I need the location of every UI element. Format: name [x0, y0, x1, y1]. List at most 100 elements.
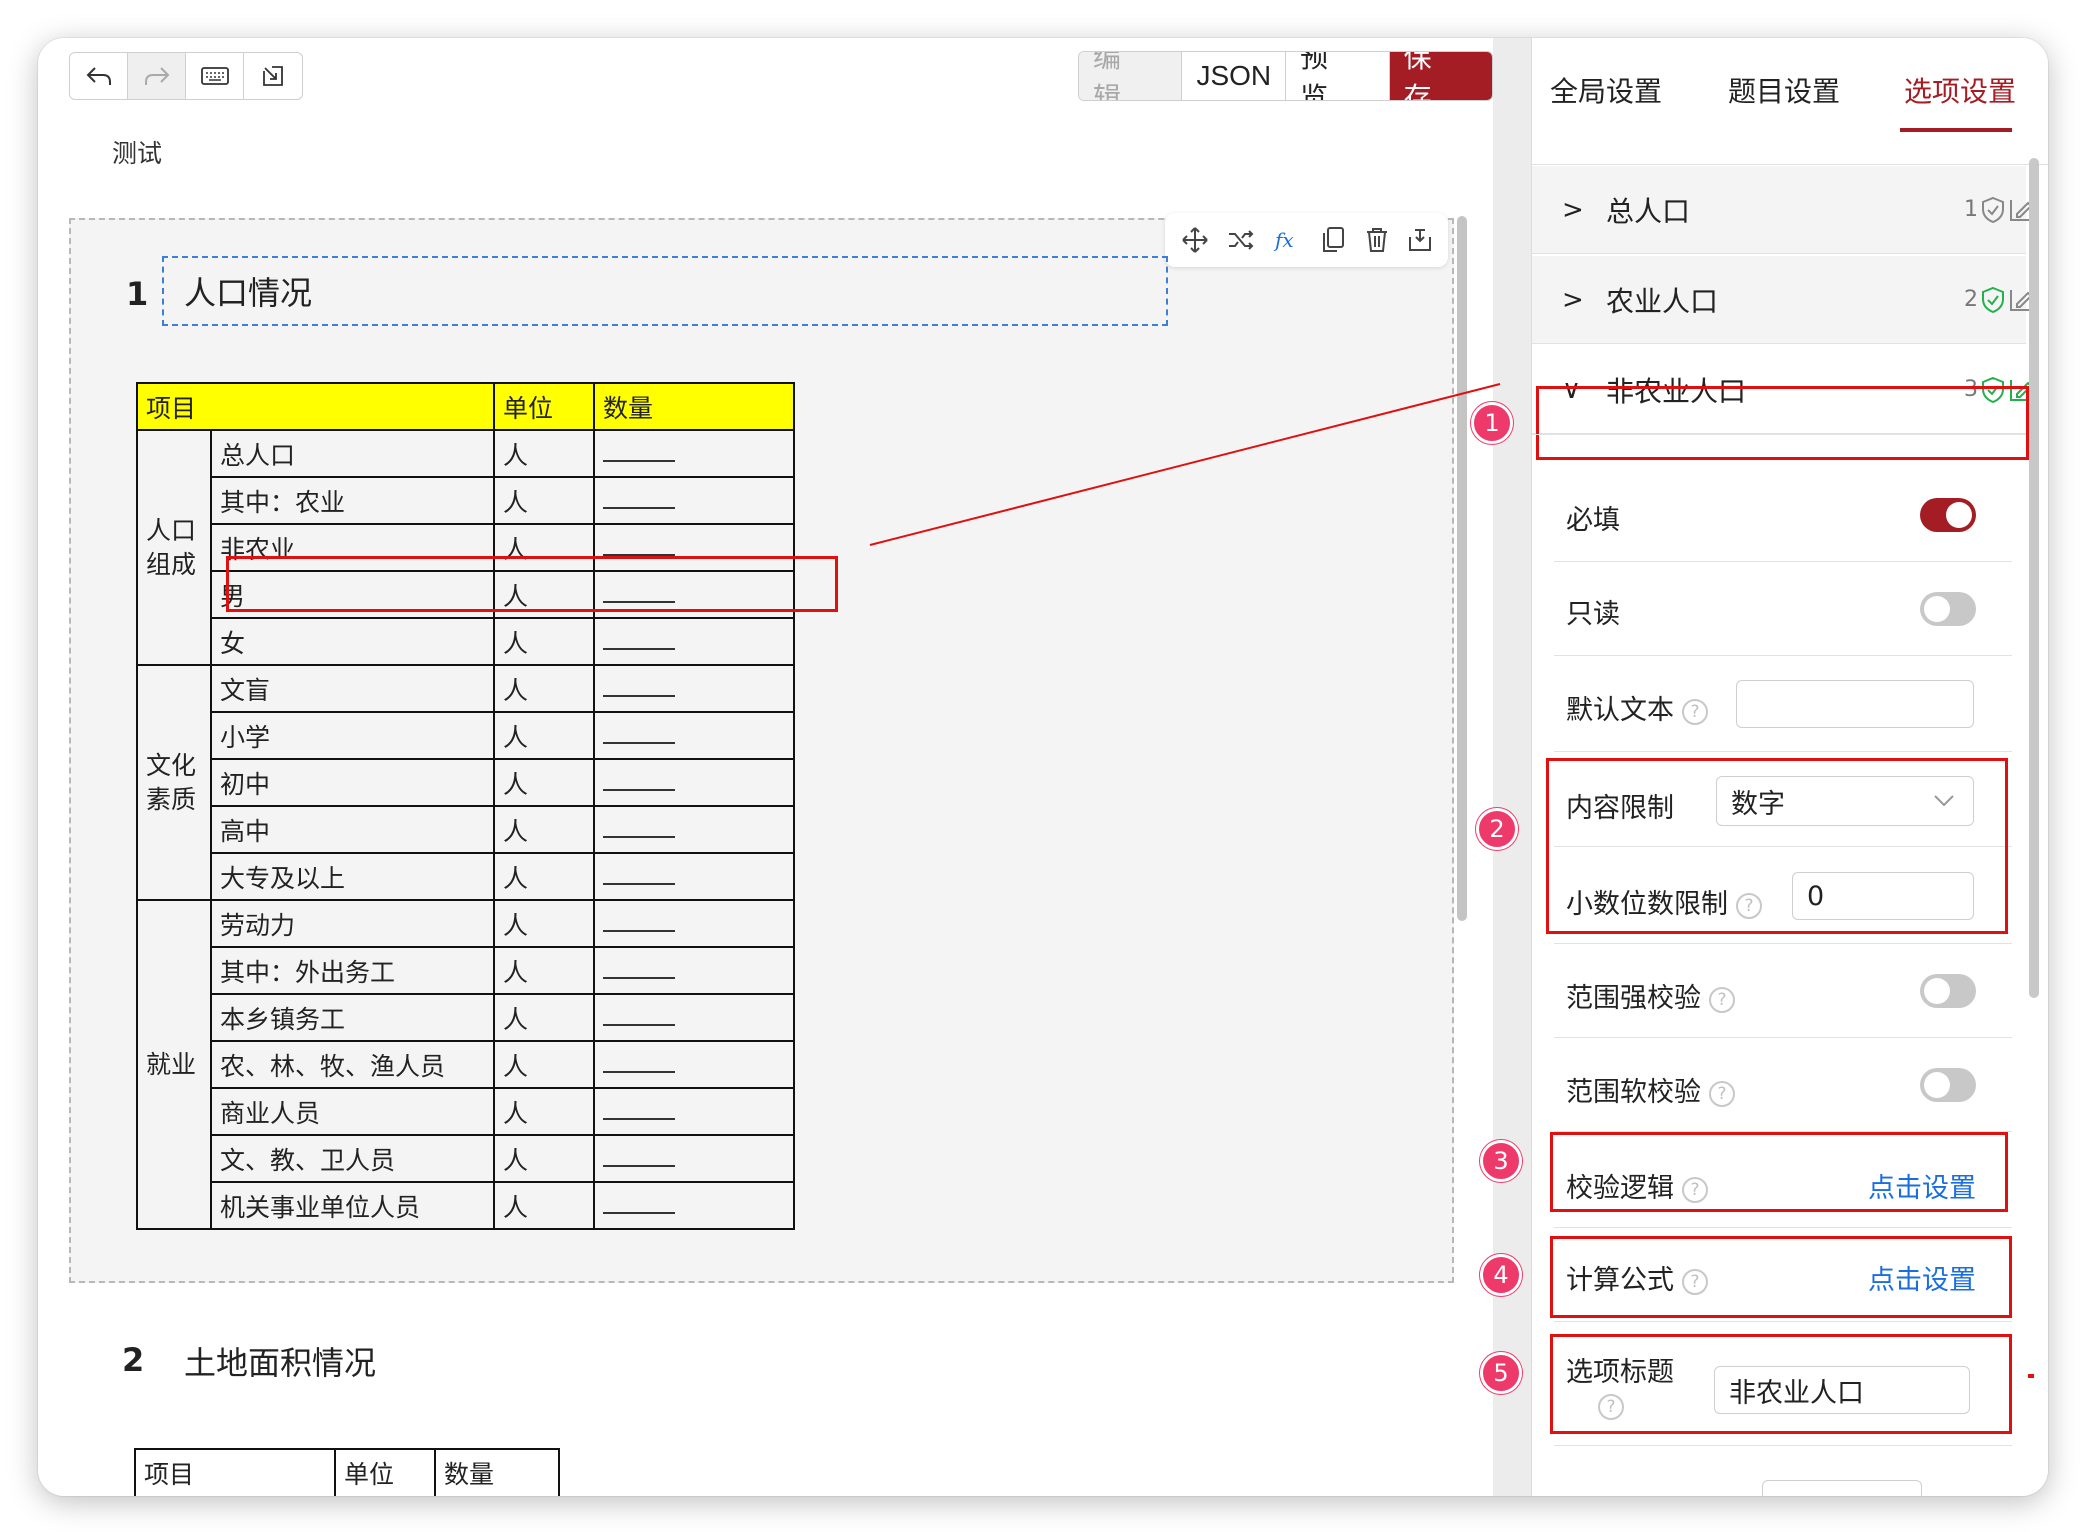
highlight-option-title [1550, 1334, 2012, 1434]
header-quantity: 数量 [593, 382, 795, 431]
marker-dot [2028, 1374, 2034, 1378]
help-icon[interactable]: ? [1709, 986, 1735, 1013]
delete-icon[interactable] [1364, 226, 1390, 254]
default-text-label: 默认文本? [1566, 688, 1708, 727]
tab-global-settings[interactable]: 全局设置 [1550, 70, 1662, 110]
quantity-blank[interactable] [603, 775, 675, 791]
undo-icon [86, 67, 111, 85]
setting-range-soft: 范围软校验? [1554, 1038, 2012, 1132]
shield-check-icon[interactable] [1980, 286, 2006, 314]
shield-icon[interactable] [1980, 196, 2006, 224]
table-row: 初中人 [137, 758, 795, 807]
tab-question-settings[interactable]: 题目设置 [1728, 70, 1840, 110]
unit-cell: 人 [493, 664, 595, 713]
header-item: 项目 [134, 1448, 336, 1496]
help-icon[interactable]: ? [1709, 1080, 1735, 1107]
unit-cell: 人 [493, 993, 595, 1042]
quantity-blank[interactable] [603, 728, 675, 744]
chevron-right-icon: > [1562, 284, 1584, 315]
quantity-cell[interactable] [593, 711, 795, 760]
tab-option-settings[interactable]: 选项设置 [1904, 70, 2016, 110]
quantity-cell[interactable] [593, 664, 795, 713]
quantity-cell[interactable] [593, 1087, 795, 1136]
quantity-cell[interactable] [593, 1134, 795, 1183]
quantity-blank[interactable] [603, 1057, 675, 1073]
unit-cell: 人 [493, 1087, 595, 1136]
callout-badge-1: 1 [1471, 402, 1513, 444]
json-mode-button[interactable]: JSON [1182, 52, 1287, 100]
quantity-cell[interactable] [593, 617, 795, 666]
callout-badge-5: 5 [1480, 1352, 1522, 1394]
unit-cell: 人 [493, 758, 595, 807]
quantity-cell[interactable] [593, 946, 795, 995]
question-title-input[interactable]: 人口情况 [162, 256, 1168, 326]
quantity-blank[interactable] [603, 916, 675, 932]
quantity-blank[interactable] [603, 634, 675, 650]
next-field-input[interactable] [1762, 1480, 1922, 1496]
quantity-blank[interactable] [603, 1151, 675, 1167]
quantity-cell[interactable] [593, 476, 795, 525]
range-strong-toggle[interactable] [1920, 974, 1976, 1008]
keyboard-button[interactable] [186, 53, 244, 99]
quantity-blank[interactable] [603, 1104, 675, 1120]
help-icon[interactable]: ? [1682, 698, 1708, 725]
table-row: 本乡镇务工人 [137, 993, 795, 1042]
quantity-blank[interactable] [603, 869, 675, 885]
quantity-blank[interactable] [603, 540, 675, 556]
quantity-blank[interactable] [603, 963, 675, 979]
quantity-blank[interactable] [603, 1010, 675, 1026]
item-name-cell: 其中：外出务工 [210, 946, 495, 995]
export-button[interactable] [244, 53, 302, 99]
formula-icon[interactable]: fx [1273, 227, 1303, 253]
default-text-input[interactable] [1736, 680, 1974, 728]
redo-button[interactable] [128, 53, 186, 99]
canvas-scrollbar[interactable] [1457, 216, 1467, 921]
question-toolbar: fx [1165, 213, 1448, 267]
edit-mode-button[interactable]: 编 辑 [1079, 52, 1183, 100]
quantity-blank[interactable] [603, 822, 675, 838]
table-row: 就业 劳动力人 [136, 899, 795, 1230]
unit-cell: 人 [493, 1134, 595, 1183]
quantity-cell[interactable] [593, 993, 795, 1042]
quantity-cell[interactable] [593, 1181, 795, 1230]
table-row: 其中：农业人 [137, 476, 795, 525]
quantity-cell[interactable] [593, 852, 795, 901]
option-label: 农业人口 [1606, 284, 1719, 318]
required-toggle[interactable] [1920, 498, 1976, 532]
save-to-library-icon[interactable] [1407, 227, 1433, 253]
question-title: 人口情况 [184, 274, 313, 312]
readonly-label: 只读 [1566, 599, 1620, 630]
table-row: 农、林、牧、渔人员人 [137, 1040, 795, 1089]
quantity-blank[interactable] [603, 681, 675, 697]
option-item-agricultural-population[interactable]: > 农业人口 2 [1532, 256, 2033, 344]
question-number: 2 [122, 1341, 145, 1379]
quantity-cell[interactable] [593, 805, 795, 854]
header-quantity: 数量 [434, 1448, 560, 1496]
quantity-cell[interactable] [593, 758, 795, 807]
preview-button[interactable]: 预 览 [1286, 52, 1390, 100]
undo-button[interactable] [70, 53, 128, 99]
quantity-blank[interactable] [603, 493, 675, 509]
save-button[interactable]: 保 存 [1389, 52, 1492, 100]
quantity-cell[interactable] [593, 1040, 795, 1089]
copy-icon[interactable] [1320, 226, 1346, 254]
quantity-blank[interactable] [603, 1198, 675, 1214]
settings-panel: 全局设置 题目设置 选项设置 > 总人口 1 > 农业人口 2 ∨ 非农业人口 … [1531, 38, 2048, 1496]
range-soft-toggle[interactable] [1920, 1068, 1976, 1102]
quantity-cell[interactable] [593, 899, 795, 948]
shuffle-icon[interactable] [1227, 228, 1255, 252]
panel-scrollbar[interactable] [2029, 158, 2039, 998]
header-unit: 单位 [493, 382, 595, 431]
item-name-cell: 女 [210, 617, 495, 666]
option-item-total-population[interactable]: > 总人口 1 [1532, 166, 2033, 254]
table-row: 其中：外出务工人 [137, 946, 795, 995]
item-name-cell: 本乡镇务工 [210, 993, 495, 1042]
editor-canvas: 编 辑 JSON 预 览 保 存 测试 fx 1 人口情况 项目 单位 数量 人… [38, 38, 1493, 1496]
move-icon[interactable] [1180, 225, 1210, 255]
setting-default-text: 默认文本? [1554, 656, 2012, 752]
table-row: 文、教、卫人员人 [137, 1134, 795, 1183]
callout-badge-4: 4 [1480, 1254, 1522, 1296]
quantity-cell[interactable] [593, 429, 795, 478]
readonly-toggle[interactable] [1920, 592, 1976, 626]
quantity-blank[interactable] [603, 446, 675, 462]
